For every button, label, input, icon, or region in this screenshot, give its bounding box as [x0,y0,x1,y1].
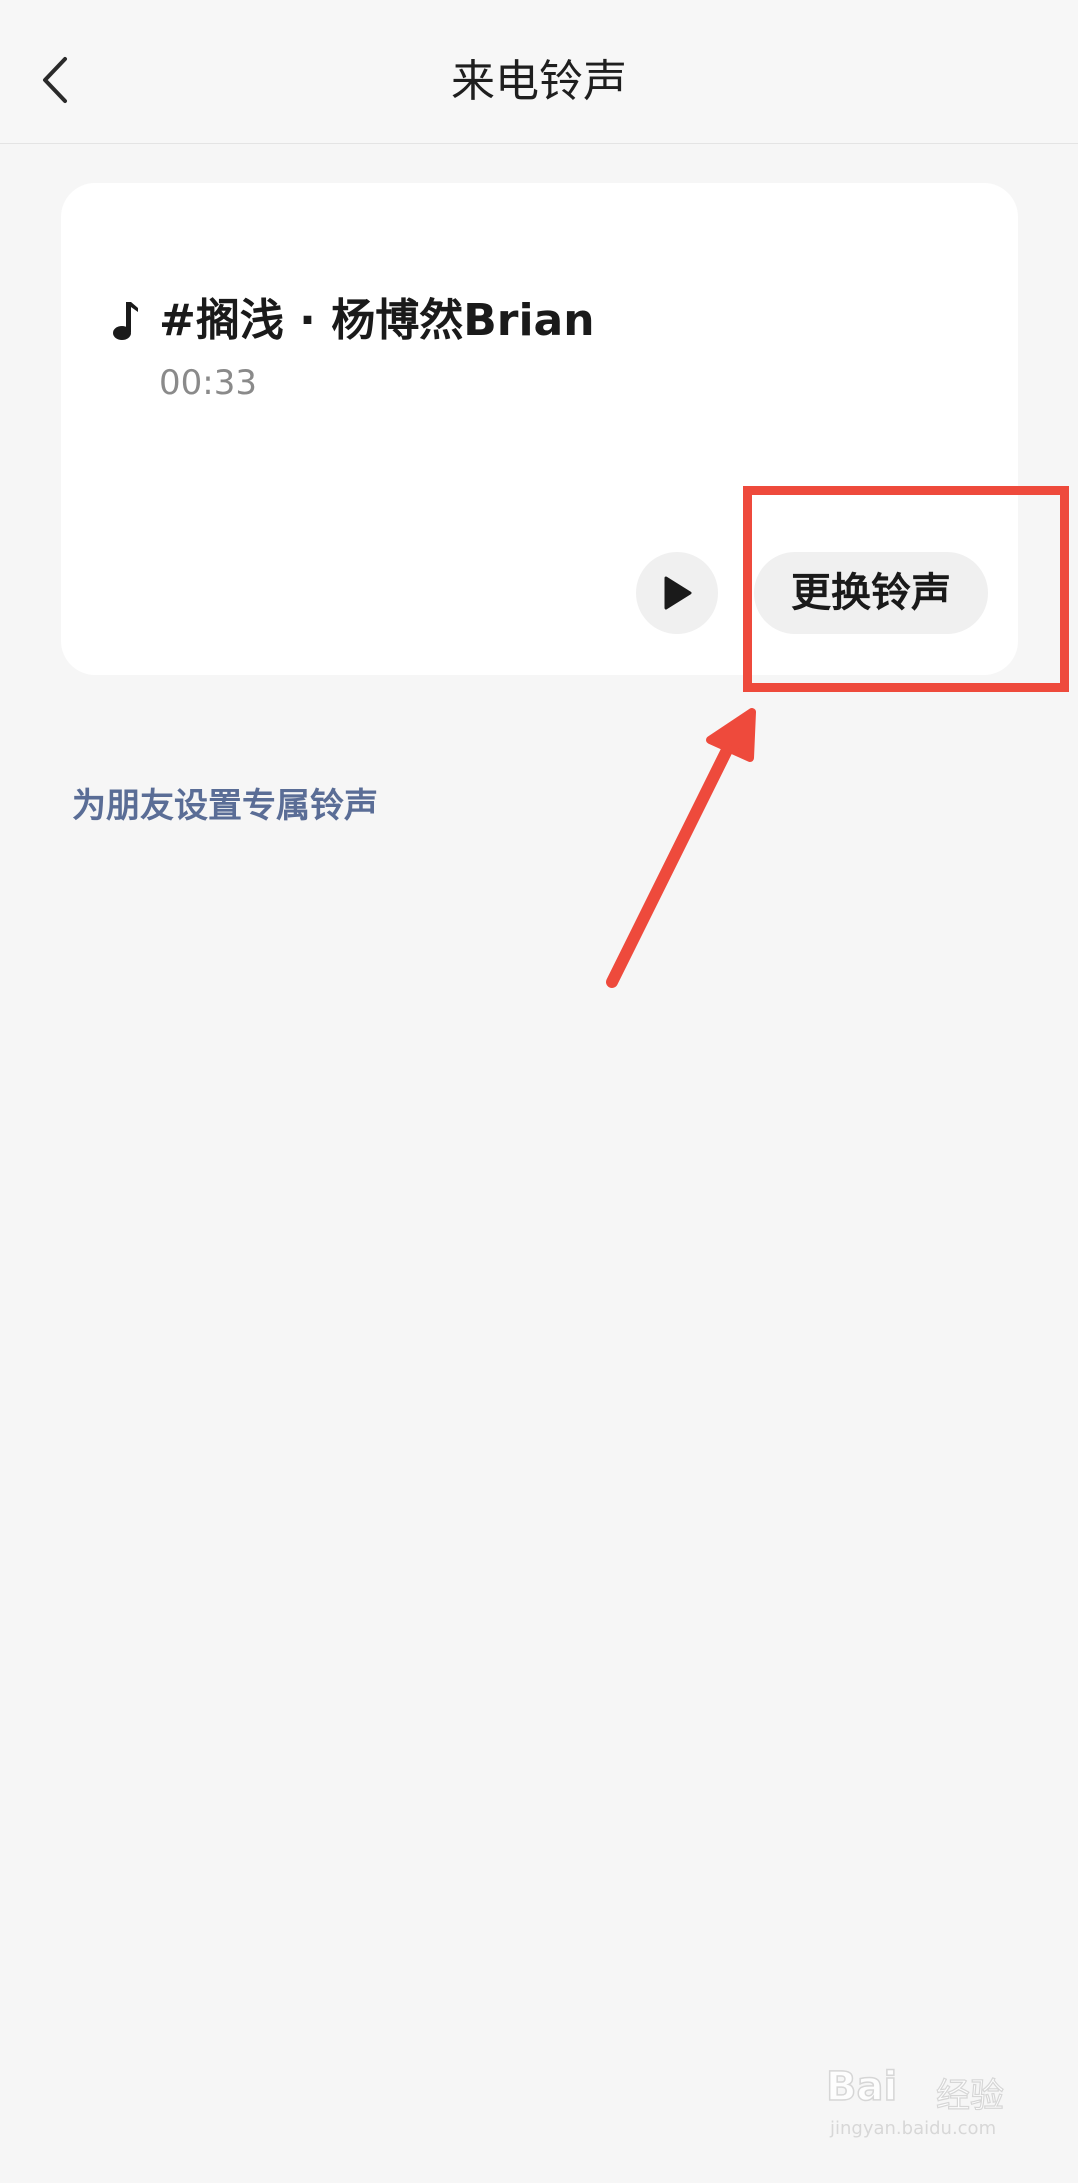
ringtone-duration: 00:33 [159,363,257,403]
navigation-bar: 来电铃声 [0,0,1078,144]
baidu-jingyan-watermark: Bai 经验 jingyan.baidu.com [825,2060,1026,2150]
baidu-logo: Bai [825,2063,898,2111]
ringtone-title: #搁浅 · 杨博然Brian [159,295,595,346]
annotation-arrow [606,708,756,988]
ringtone-settings-page: 来电铃声 #搁浅 · 杨博然Brian 00:33 更换铃声 为朋友设置专属铃声… [0,0,1078,2183]
play-icon [664,576,692,610]
current-ringtone-card: #搁浅 · 杨博然Brian 00:33 更换铃声 [61,183,1018,675]
play-button[interactable] [636,552,718,634]
change-ringtone-button[interactable]: 更换铃声 [754,552,988,634]
watermark-text: 经验 [935,2075,1004,2116]
set-friend-ringtone-link[interactable]: 为朋友设置专属铃声 [72,782,378,830]
watermark-url: jingyan.baidu.com [830,2118,997,2139]
music-note-icon [113,302,138,340]
page-title: 来电铃声 [451,56,627,107]
